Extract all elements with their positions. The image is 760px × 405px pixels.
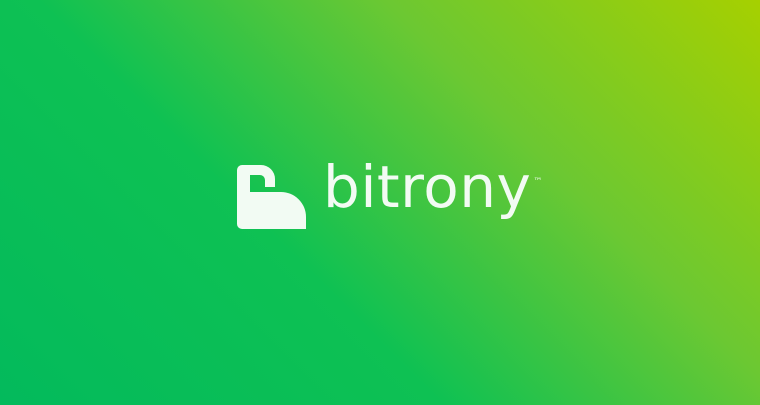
brand-banner: bitrony ™ [0, 0, 760, 405]
bitrony-lock-b-icon [237, 165, 306, 229]
brand-wordmark: bitrony [323, 153, 532, 221]
bitrony-logo: bitrony ™ [237, 158, 543, 229]
trademark-symbol: ™ [533, 177, 543, 187]
